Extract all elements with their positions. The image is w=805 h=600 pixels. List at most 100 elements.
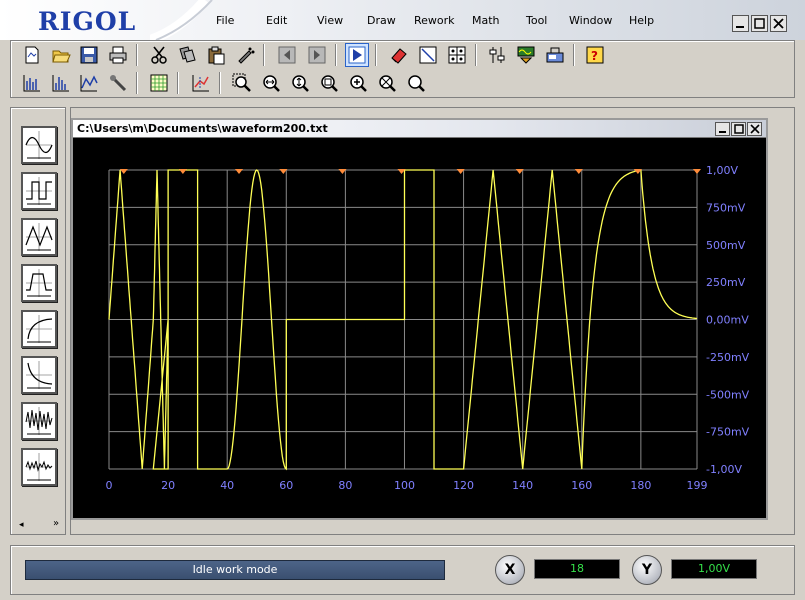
zoom-horizontal-button[interactable]	[259, 71, 283, 95]
waveform-send-icon	[517, 46, 535, 64]
menu-edit[interactable]: Edit	[266, 14, 287, 27]
square-wave-button[interactable]	[21, 172, 57, 210]
edit-points-button[interactable]	[233, 43, 257, 67]
menu-rework[interactable]: Rework	[414, 14, 455, 27]
child-close-button[interactable]	[747, 122, 762, 136]
noise-wave-button[interactable]	[21, 402, 57, 440]
previous-button[interactable]	[275, 43, 299, 67]
menu-window[interactable]: Window	[569, 14, 612, 27]
copy-button[interactable]	[175, 43, 199, 67]
help-button[interactable]: ?	[583, 43, 607, 67]
zoom-fit-button[interactable]	[317, 71, 341, 95]
sine-wave-button[interactable]	[21, 126, 57, 164]
zoom-vertical-button[interactable]	[288, 71, 312, 95]
toolbar-separator	[177, 72, 179, 94]
pin-tool-button[interactable]	[106, 71, 130, 95]
toolbar-separator	[573, 44, 575, 66]
waveform-panel: ◂ »	[10, 107, 66, 535]
cut-button[interactable]	[147, 43, 171, 67]
slider-controls-icon	[489, 47, 505, 63]
show-grid-button[interactable]	[147, 71, 171, 95]
y-tick-label: 750mV	[706, 201, 746, 214]
y-coord-readout: 1,00V	[671, 559, 757, 579]
pulse-wave-icon	[26, 269, 52, 297]
waveform-marker	[235, 169, 244, 174]
x-tick-label: 60	[279, 479, 293, 492]
slider-controls-button[interactable]	[485, 43, 509, 67]
pulse-wave-button[interactable]	[21, 264, 57, 302]
panel-expand-icon[interactable]: »	[53, 518, 59, 529]
waveform-plot[interactable]: 0 20 40 60 80 100 120 140 160 180 199 1,00V 750mV 50…	[73, 138, 766, 518]
exp-rise-icon	[26, 315, 53, 343]
grid-points-button[interactable]	[445, 43, 469, 67]
waveform-window: C:\Users\m\Documents\waveform200.txt 0 20…	[71, 118, 768, 520]
arbitrary-noise-icon	[25, 453, 53, 481]
menu-math[interactable]: Math	[472, 14, 500, 27]
next-button[interactable]	[305, 43, 329, 67]
menu-draw[interactable]: Draw	[367, 14, 396, 27]
show-grid-icon	[150, 74, 168, 92]
zoom-horizontal-icon	[263, 75, 280, 92]
draw-line-icon	[419, 46, 437, 64]
device-connect-button[interactable]	[543, 43, 567, 67]
y-tick-label: 250mV	[706, 276, 746, 289]
x-tick-label: 199	[687, 479, 708, 492]
measure-button[interactable]	[189, 71, 213, 95]
eraser-button[interactable]	[387, 43, 411, 67]
app-close-button[interactable]	[770, 15, 787, 32]
print-button[interactable]	[106, 43, 130, 67]
exp-fall-button[interactable]	[21, 356, 57, 394]
select-pointer-button[interactable]	[345, 43, 369, 67]
bar-chart-1-icon	[23, 75, 40, 92]
triangle-wave-icon	[25, 223, 53, 251]
menu-help[interactable]: Help	[629, 14, 654, 27]
y-tick-label: 500mV	[706, 239, 746, 252]
toolbar-separator	[335, 44, 337, 66]
exp-rise-button[interactable]	[21, 310, 57, 348]
zoom-window-button[interactable]	[230, 71, 254, 95]
child-minimize-button[interactable]	[715, 122, 730, 136]
zoom-reset-button[interactable]	[404, 71, 428, 95]
status-mode: Idle work mode	[25, 560, 445, 580]
line-chart-button[interactable]	[77, 71, 101, 95]
x-tick-label: 120	[453, 479, 474, 492]
triangle-wave-button[interactable]	[21, 218, 57, 256]
menu-tool[interactable]: Tool	[526, 14, 547, 27]
arbitrary-noise-button[interactable]	[21, 448, 57, 486]
new-file-button[interactable]	[20, 43, 44, 67]
zoom-out-button[interactable]	[375, 71, 399, 95]
save-button[interactable]	[77, 43, 101, 67]
menu-file[interactable]: File	[216, 14, 234, 27]
pin-tool-icon	[110, 75, 127, 92]
y-tick-label: -250mV	[706, 351, 750, 364]
exp-fall-icon	[26, 361, 53, 389]
next-icon	[308, 46, 326, 64]
waveform-window-titlebar[interactable]: C:\Users\m\Documents\waveform200.txt	[73, 120, 766, 138]
zoom-in-button[interactable]	[346, 71, 370, 95]
maximize-icon	[733, 124, 744, 134]
paste-button[interactable]	[204, 43, 228, 67]
waveform-window-title: C:\Users\m\Documents\waveform200.txt	[77, 122, 328, 135]
status-bar: Idle work mode X 18 Y 1,00V	[10, 545, 795, 595]
toolbar-separator	[136, 72, 138, 94]
waveform-send-button[interactable]	[514, 43, 538, 67]
x-tick-label: 40	[220, 479, 234, 492]
app-maximize-button[interactable]	[751, 15, 768, 32]
app-minimize-button[interactable]	[732, 15, 749, 32]
draw-line-button[interactable]	[416, 43, 440, 67]
prev-icon	[278, 46, 296, 64]
waveform-marker	[693, 169, 701, 174]
x-tick-label: 20	[161, 479, 175, 492]
menu-view[interactable]: View	[317, 14, 343, 27]
open-file-button[interactable]	[49, 43, 73, 67]
bar-chart-2-button[interactable]	[49, 71, 73, 95]
noise-wave-icon	[25, 407, 53, 435]
child-maximize-button[interactable]	[731, 122, 746, 136]
panel-scroll-left-icon[interactable]: ◂	[19, 520, 24, 530]
logo-swoosh-icon	[150, 0, 213, 40]
open-file-icon	[52, 50, 71, 63]
y-tick-label: -500mV	[706, 388, 750, 401]
x-tick-label: 160	[571, 479, 592, 492]
bar-chart-1-button[interactable]	[20, 71, 44, 95]
toolbar-separator	[263, 44, 265, 66]
